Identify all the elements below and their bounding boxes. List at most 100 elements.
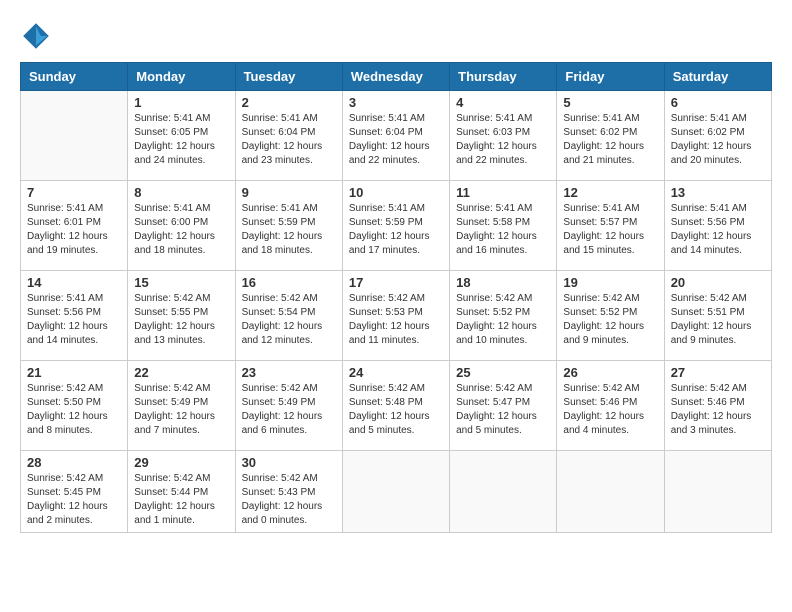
calendar-cell: 4 Sunrise: 5:41 AM Sunset: 6:03 PM Daylig… [450, 91, 557, 181]
day-info: Sunrise: 5:42 AM Sunset: 5:55 PM Dayligh… [134, 292, 228, 348]
day-info: Sunrise: 5:42 AM Sunset: 5:52 PM Dayligh… [456, 292, 550, 348]
calendar-cell: 14 Sunrise: 5:41 AM Sunset: 5:56 PM Dayli… [21, 271, 128, 361]
day-info: Sunrise: 5:41 AM Sunset: 6:04 PM Dayligh… [242, 112, 336, 168]
calendar-cell: 10 Sunrise: 5:41 AM Sunset: 5:59 PM Dayli… [342, 181, 449, 271]
day-number: 30 [242, 455, 336, 470]
day-number: 17 [349, 275, 443, 290]
calendar-cell [557, 451, 664, 533]
day-number: 2 [242, 95, 336, 110]
calendar-cell: 2 Sunrise: 5:41 AM Sunset: 6:04 PM Daylig… [235, 91, 342, 181]
day-number: 24 [349, 365, 443, 380]
calendar-cell: 23 Sunrise: 5:42 AM Sunset: 5:49 PM Dayli… [235, 361, 342, 451]
day-info: Sunrise: 5:42 AM Sunset: 5:52 PM Dayligh… [563, 292, 657, 348]
week-row-2: 7 Sunrise: 5:41 AM Sunset: 6:01 PM Daylig… [21, 181, 772, 271]
day-header-friday: Friday [557, 63, 664, 91]
day-number: 20 [671, 275, 765, 290]
logo [20, 20, 56, 52]
calendar-cell: 28 Sunrise: 5:42 AM Sunset: 5:45 PM Dayli… [21, 451, 128, 533]
day-info: Sunrise: 5:42 AM Sunset: 5:49 PM Dayligh… [134, 382, 228, 438]
day-number: 11 [456, 185, 550, 200]
day-number: 18 [456, 275, 550, 290]
day-info: Sunrise: 5:42 AM Sunset: 5:49 PM Dayligh… [242, 382, 336, 438]
day-number: 15 [134, 275, 228, 290]
day-info: Sunrise: 5:41 AM Sunset: 5:57 PM Dayligh… [563, 202, 657, 258]
day-info: Sunrise: 5:42 AM Sunset: 5:50 PM Dayligh… [27, 382, 121, 438]
day-number: 23 [242, 365, 336, 380]
calendar-cell: 8 Sunrise: 5:41 AM Sunset: 6:00 PM Daylig… [128, 181, 235, 271]
calendar-cell: 25 Sunrise: 5:42 AM Sunset: 5:47 PM Dayli… [450, 361, 557, 451]
day-header-monday: Monday [128, 63, 235, 91]
calendar-cell [342, 451, 449, 533]
calendar-cell: 24 Sunrise: 5:42 AM Sunset: 5:48 PM Dayli… [342, 361, 449, 451]
day-number: 25 [456, 365, 550, 380]
calendar-cell: 12 Sunrise: 5:41 AM Sunset: 5:57 PM Dayli… [557, 181, 664, 271]
day-number: 1 [134, 95, 228, 110]
day-info: Sunrise: 5:41 AM Sunset: 5:58 PM Dayligh… [456, 202, 550, 258]
day-info: Sunrise: 5:41 AM Sunset: 6:02 PM Dayligh… [671, 112, 765, 168]
day-number: 9 [242, 185, 336, 200]
day-info: Sunrise: 5:42 AM Sunset: 5:45 PM Dayligh… [27, 472, 121, 528]
week-row-1: 1 Sunrise: 5:41 AM Sunset: 6:05 PM Daylig… [21, 91, 772, 181]
day-info: Sunrise: 5:42 AM Sunset: 5:46 PM Dayligh… [563, 382, 657, 438]
day-number: 14 [27, 275, 121, 290]
calendar-cell: 20 Sunrise: 5:42 AM Sunset: 5:51 PM Dayli… [664, 271, 771, 361]
day-info: Sunrise: 5:41 AM Sunset: 6:00 PM Dayligh… [134, 202, 228, 258]
calendar-cell: 15 Sunrise: 5:42 AM Sunset: 5:55 PM Dayli… [128, 271, 235, 361]
day-info: Sunrise: 5:41 AM Sunset: 6:05 PM Dayligh… [134, 112, 228, 168]
logo-icon [20, 20, 52, 52]
day-number: 7 [27, 185, 121, 200]
day-number: 16 [242, 275, 336, 290]
day-number: 21 [27, 365, 121, 380]
day-number: 12 [563, 185, 657, 200]
day-number: 5 [563, 95, 657, 110]
day-number: 8 [134, 185, 228, 200]
day-header-saturday: Saturday [664, 63, 771, 91]
day-info: Sunrise: 5:42 AM Sunset: 5:54 PM Dayligh… [242, 292, 336, 348]
calendar-cell: 17 Sunrise: 5:42 AM Sunset: 5:53 PM Dayli… [342, 271, 449, 361]
day-info: Sunrise: 5:42 AM Sunset: 5:47 PM Dayligh… [456, 382, 550, 438]
day-info: Sunrise: 5:41 AM Sunset: 6:01 PM Dayligh… [27, 202, 121, 258]
day-number: 29 [134, 455, 228, 470]
calendar-cell: 27Sunrise: 5:42 AM Sunset: 5:46 PM Dayli… [664, 361, 771, 451]
calendar-cell: 9 Sunrise: 5:41 AM Sunset: 5:59 PM Daylig… [235, 181, 342, 271]
week-row-3: 14 Sunrise: 5:41 AM Sunset: 5:56 PM Dayli… [21, 271, 772, 361]
calendar-cell: 5Sunrise: 5:41 AM Sunset: 6:02 PM Daylig… [557, 91, 664, 181]
calendar-cell: 18 Sunrise: 5:42 AM Sunset: 5:52 PM Dayli… [450, 271, 557, 361]
day-info: Sunrise: 5:42 AM Sunset: 5:43 PM Dayligh… [242, 472, 336, 528]
day-number: 3 [349, 95, 443, 110]
day-info: Sunrise: 5:41 AM Sunset: 5:59 PM Dayligh… [242, 202, 336, 258]
day-info: Sunrise: 5:42 AM Sunset: 5:48 PM Dayligh… [349, 382, 443, 438]
week-row-4: 21 Sunrise: 5:42 AM Sunset: 5:50 PM Dayli… [21, 361, 772, 451]
calendar-cell: 16 Sunrise: 5:42 AM Sunset: 5:54 PM Dayli… [235, 271, 342, 361]
day-info: Sunrise: 5:41 AM Sunset: 6:04 PM Dayligh… [349, 112, 443, 168]
day-info: Sunrise: 5:41 AM Sunset: 5:59 PM Dayligh… [349, 202, 443, 258]
day-info: Sunrise: 5:41 AM Sunset: 5:56 PM Dayligh… [27, 292, 121, 348]
calendar-cell: 30 Sunrise: 5:42 AM Sunset: 5:43 PM Dayli… [235, 451, 342, 533]
calendar-cell: 22Sunrise: 5:42 AM Sunset: 5:49 PM Dayli… [128, 361, 235, 451]
header [20, 20, 772, 52]
calendar-cell: 13 Sunrise: 5:41 AM Sunset: 5:56 PM Dayli… [664, 181, 771, 271]
calendar-cell: 11 Sunrise: 5:41 AM Sunset: 5:58 PM Dayli… [450, 181, 557, 271]
calendar-cell: 1 Sunrise: 5:41 AM Sunset: 6:05 PM Daylig… [128, 91, 235, 181]
calendar-cell: 3 Sunrise: 5:41 AM Sunset: 6:04 PM Daylig… [342, 91, 449, 181]
day-info: Sunrise: 5:42 AM Sunset: 5:53 PM Dayligh… [349, 292, 443, 348]
day-info: Sunrise: 5:42 AM Sunset: 5:44 PM Dayligh… [134, 472, 228, 528]
day-header-tuesday: Tuesday [235, 63, 342, 91]
day-number: 13 [671, 185, 765, 200]
calendar-cell [664, 451, 771, 533]
calendar-table: SundayMondayTuesdayWednesdayThursdayFrid… [20, 62, 772, 533]
day-header-sunday: Sunday [21, 63, 128, 91]
day-info: Sunrise: 5:41 AM Sunset: 5:56 PM Dayligh… [671, 202, 765, 258]
day-info: Sunrise: 5:41 AM Sunset: 6:03 PM Dayligh… [456, 112, 550, 168]
day-number: 28 [27, 455, 121, 470]
day-number: 27 [671, 365, 765, 380]
day-number: 26 [563, 365, 657, 380]
day-number: 4 [456, 95, 550, 110]
day-number: 10 [349, 185, 443, 200]
header-row: SundayMondayTuesdayWednesdayThursdayFrid… [21, 63, 772, 91]
calendar-cell [21, 91, 128, 181]
calendar-cell: 21 Sunrise: 5:42 AM Sunset: 5:50 PM Dayli… [21, 361, 128, 451]
day-info: Sunrise: 5:42 AM Sunset: 5:51 PM Dayligh… [671, 292, 765, 348]
day-header-wednesday: Wednesday [342, 63, 449, 91]
day-header-thursday: Thursday [450, 63, 557, 91]
